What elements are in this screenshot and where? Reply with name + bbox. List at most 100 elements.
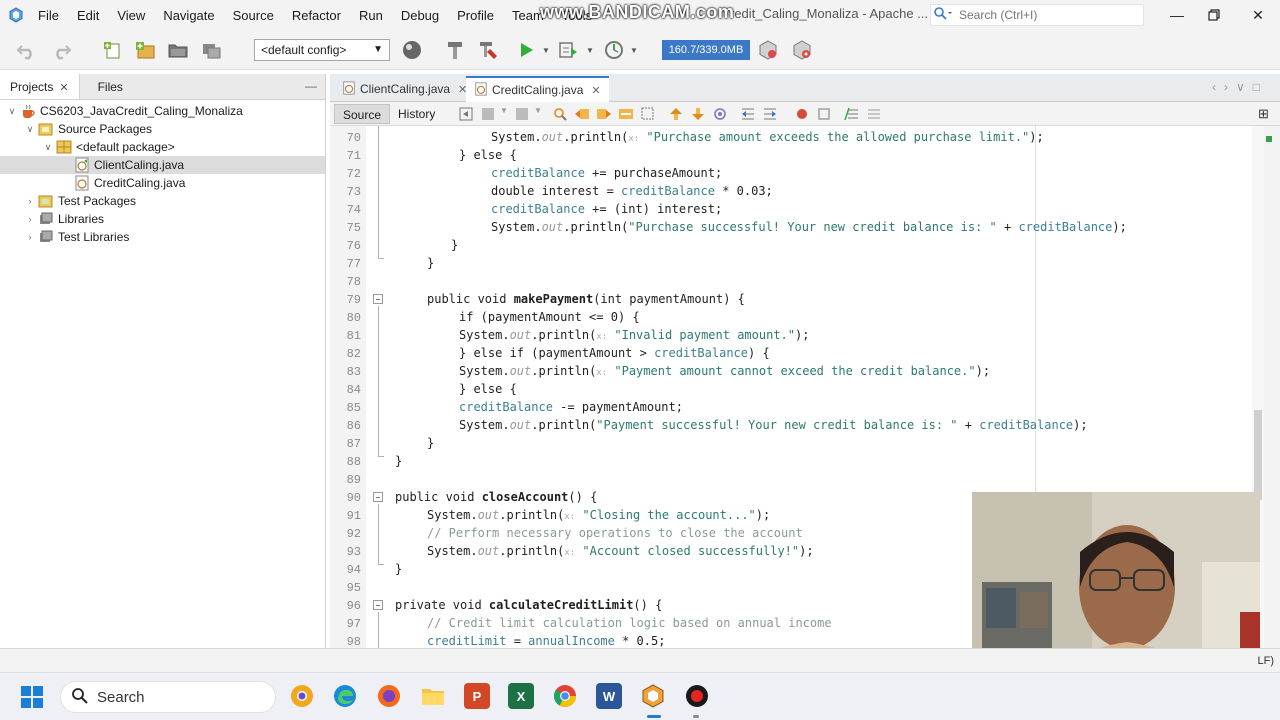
java-file-icon <box>474 81 488 99</box>
scrollbar-thumb[interactable] <box>1254 410 1262 500</box>
history-view-button[interactable]: History <box>390 104 443 124</box>
ide-search-box[interactable] <box>930 4 1144 26</box>
menu-view[interactable]: View <box>117 8 145 23</box>
tab-projects[interactable]: Projects ✕ <box>0 74 80 99</box>
tree-item-clientcaling[interactable]: ClientCaling.java <box>0 156 325 174</box>
close-project-icon[interactable] <box>199 39 223 61</box>
tree-item-libraries[interactable]: › Libraries <box>0 210 325 228</box>
memory-indicator[interactable]: 160.7/339.0MB <box>662 40 750 60</box>
toggle-highlight-icon[interactable] <box>618 106 634 122</box>
menu-file[interactable]: File <box>38 8 59 23</box>
find-next-icon[interactable] <box>596 106 612 122</box>
restore-icon[interactable] <box>1201 4 1227 26</box>
start-macro-icon[interactable] <box>794 106 810 122</box>
line-number: 96 <box>346 599 361 613</box>
split-editor-icon[interactable]: ⊞ <box>1258 106 1269 122</box>
toggle-bookmark-icon[interactable] <box>712 106 728 122</box>
open-project-icon[interactable] <box>166 39 190 61</box>
expand-toggle-icon[interactable]: › <box>24 232 36 242</box>
redo-icon[interactable] <box>49 39 73 61</box>
undo-icon[interactable] <box>15 39 39 61</box>
code-line: } else { <box>459 382 517 396</box>
windows-start-icon[interactable] <box>20 685 44 709</box>
tab-files[interactable]: Files <box>80 74 133 99</box>
source-view-button[interactable]: Source <box>334 104 391 124</box>
menu-debug[interactable]: Debug <box>401 8 439 23</box>
taskbar-search[interactable]: Search <box>60 681 276 713</box>
tree-item-default-package[interactable]: ∨ <default package> <box>0 138 325 156</box>
forward-dropdown-icon[interactable]: ▼ <box>534 106 550 122</box>
menu-edit[interactable]: Edit <box>77 8 99 23</box>
firefox-icon[interactable] <box>376 683 402 709</box>
clean-build-icon[interactable] <box>476 39 500 61</box>
word-icon[interactable]: W <box>596 683 622 709</box>
debug-icon[interactable] <box>556 39 580 61</box>
expand-toggle-icon[interactable]: ∨ <box>42 142 54 153</box>
find-previous-icon[interactable] <box>574 106 590 122</box>
uncomment-icon[interactable] <box>866 106 882 122</box>
find-icon[interactable] <box>552 106 568 122</box>
build-hammer-icon[interactable] <box>443 39 467 61</box>
minimize-panel-icon[interactable]: — <box>305 79 317 93</box>
gc-icon[interactable] <box>756 39 780 61</box>
code-comment: // Credit limit calculation logic based … <box>427 616 832 630</box>
edge-icon[interactable] <box>332 683 358 709</box>
close-tab-icon[interactable]: ✕ <box>591 84 600 97</box>
tree-item-source-packages[interactable]: ∨ Source Packages <box>0 120 325 138</box>
line-number: 78 <box>346 275 361 289</box>
profiler-snapshot-icon[interactable] <box>790 39 814 61</box>
menu-source[interactable]: Source <box>233 8 274 23</box>
menu-refactor[interactable]: Refactor <box>292 8 341 23</box>
shift-left-icon[interactable] <box>740 106 756 122</box>
forward-icon[interactable] <box>514 106 530 122</box>
stop-macro-icon[interactable] <box>816 106 832 122</box>
rectangular-selection-icon[interactable] <box>640 106 656 122</box>
expand-toggle-icon[interactable]: › <box>24 196 36 206</box>
back-icon[interactable] <box>480 106 496 122</box>
file-explorer-icon[interactable] <box>420 683 446 709</box>
line-ending-status[interactable]: LF) <box>1258 655 1275 667</box>
tab-navigation-icons[interactable]: ‹›∨□ <box>1212 80 1268 94</box>
chevron-down-icon: ▼ <box>373 44 383 55</box>
tab-clientcaling[interactable]: ClientCaling.java ✕ <box>334 76 475 102</box>
expand-toggle-icon[interactable]: › <box>24 214 36 224</box>
chrome-icon[interactable] <box>552 683 578 709</box>
tab-creditcaling[interactable]: CreditCaling.java ✕ <box>466 76 609 102</box>
previous-bookmark-icon[interactable] <box>668 106 684 122</box>
next-bookmark-icon[interactable] <box>690 106 706 122</box>
fold-toggle-icon[interactable] <box>373 600 383 610</box>
tree-item-creditcaling[interactable]: CreditCaling.java <box>0 174 325 192</box>
new-file-icon[interactable] <box>100 39 124 61</box>
new-project-icon[interactable] <box>133 39 157 61</box>
netbeans-taskbar-icon[interactable] <box>640 683 666 709</box>
menu-profile[interactable]: Profile <box>457 8 494 23</box>
tree-item-label: <default package> <box>76 140 175 154</box>
close-window-icon[interactable]: ✕ <box>1245 4 1271 26</box>
config-select[interactable]: <default config> ▼ <box>254 39 390 61</box>
profile-dropdown-icon[interactable]: ▼ <box>622 39 646 61</box>
tree-item-test-packages[interactable]: › Test Packages <box>0 192 325 210</box>
close-tab-icon[interactable]: ✕ <box>59 82 68 94</box>
globe-icon[interactable] <box>400 39 424 61</box>
tree-item-test-libraries[interactable]: › Test Libraries <box>0 228 325 246</box>
menu-run[interactable]: Run <box>359 8 383 23</box>
menu-navigate[interactable]: Navigate <box>163 8 214 23</box>
comment-icon[interactable] <box>844 106 860 122</box>
run-dropdown-icon[interactable]: ▼ <box>534 39 558 61</box>
code-line: } <box>395 562 403 576</box>
expand-toggle-icon[interactable]: ∨ <box>6 106 18 117</box>
powerpoint-icon[interactable]: P <box>464 683 490 709</box>
last-edit-icon[interactable] <box>458 106 474 122</box>
tree-item-project[interactable]: ∨ CS6203_JavaCredit_Caling_Monaliza <box>0 102 325 120</box>
fold-toggle-icon[interactable] <box>373 492 383 502</box>
ide-search-input[interactable] <box>959 8 1139 22</box>
shift-right-icon[interactable] <box>762 106 778 122</box>
minimize-icon[interactable]: — <box>1164 4 1190 26</box>
excel-icon[interactable]: X <box>508 683 534 709</box>
fold-toggle-icon[interactable] <box>373 294 383 304</box>
debug-dropdown-icon[interactable]: ▼ <box>578 39 602 61</box>
expand-toggle-icon[interactable]: ∨ <box>24 124 36 135</box>
bandicam-icon[interactable] <box>684 683 710 709</box>
chrome-canary-icon[interactable] <box>289 683 315 709</box>
line-number: 76 <box>346 239 361 253</box>
